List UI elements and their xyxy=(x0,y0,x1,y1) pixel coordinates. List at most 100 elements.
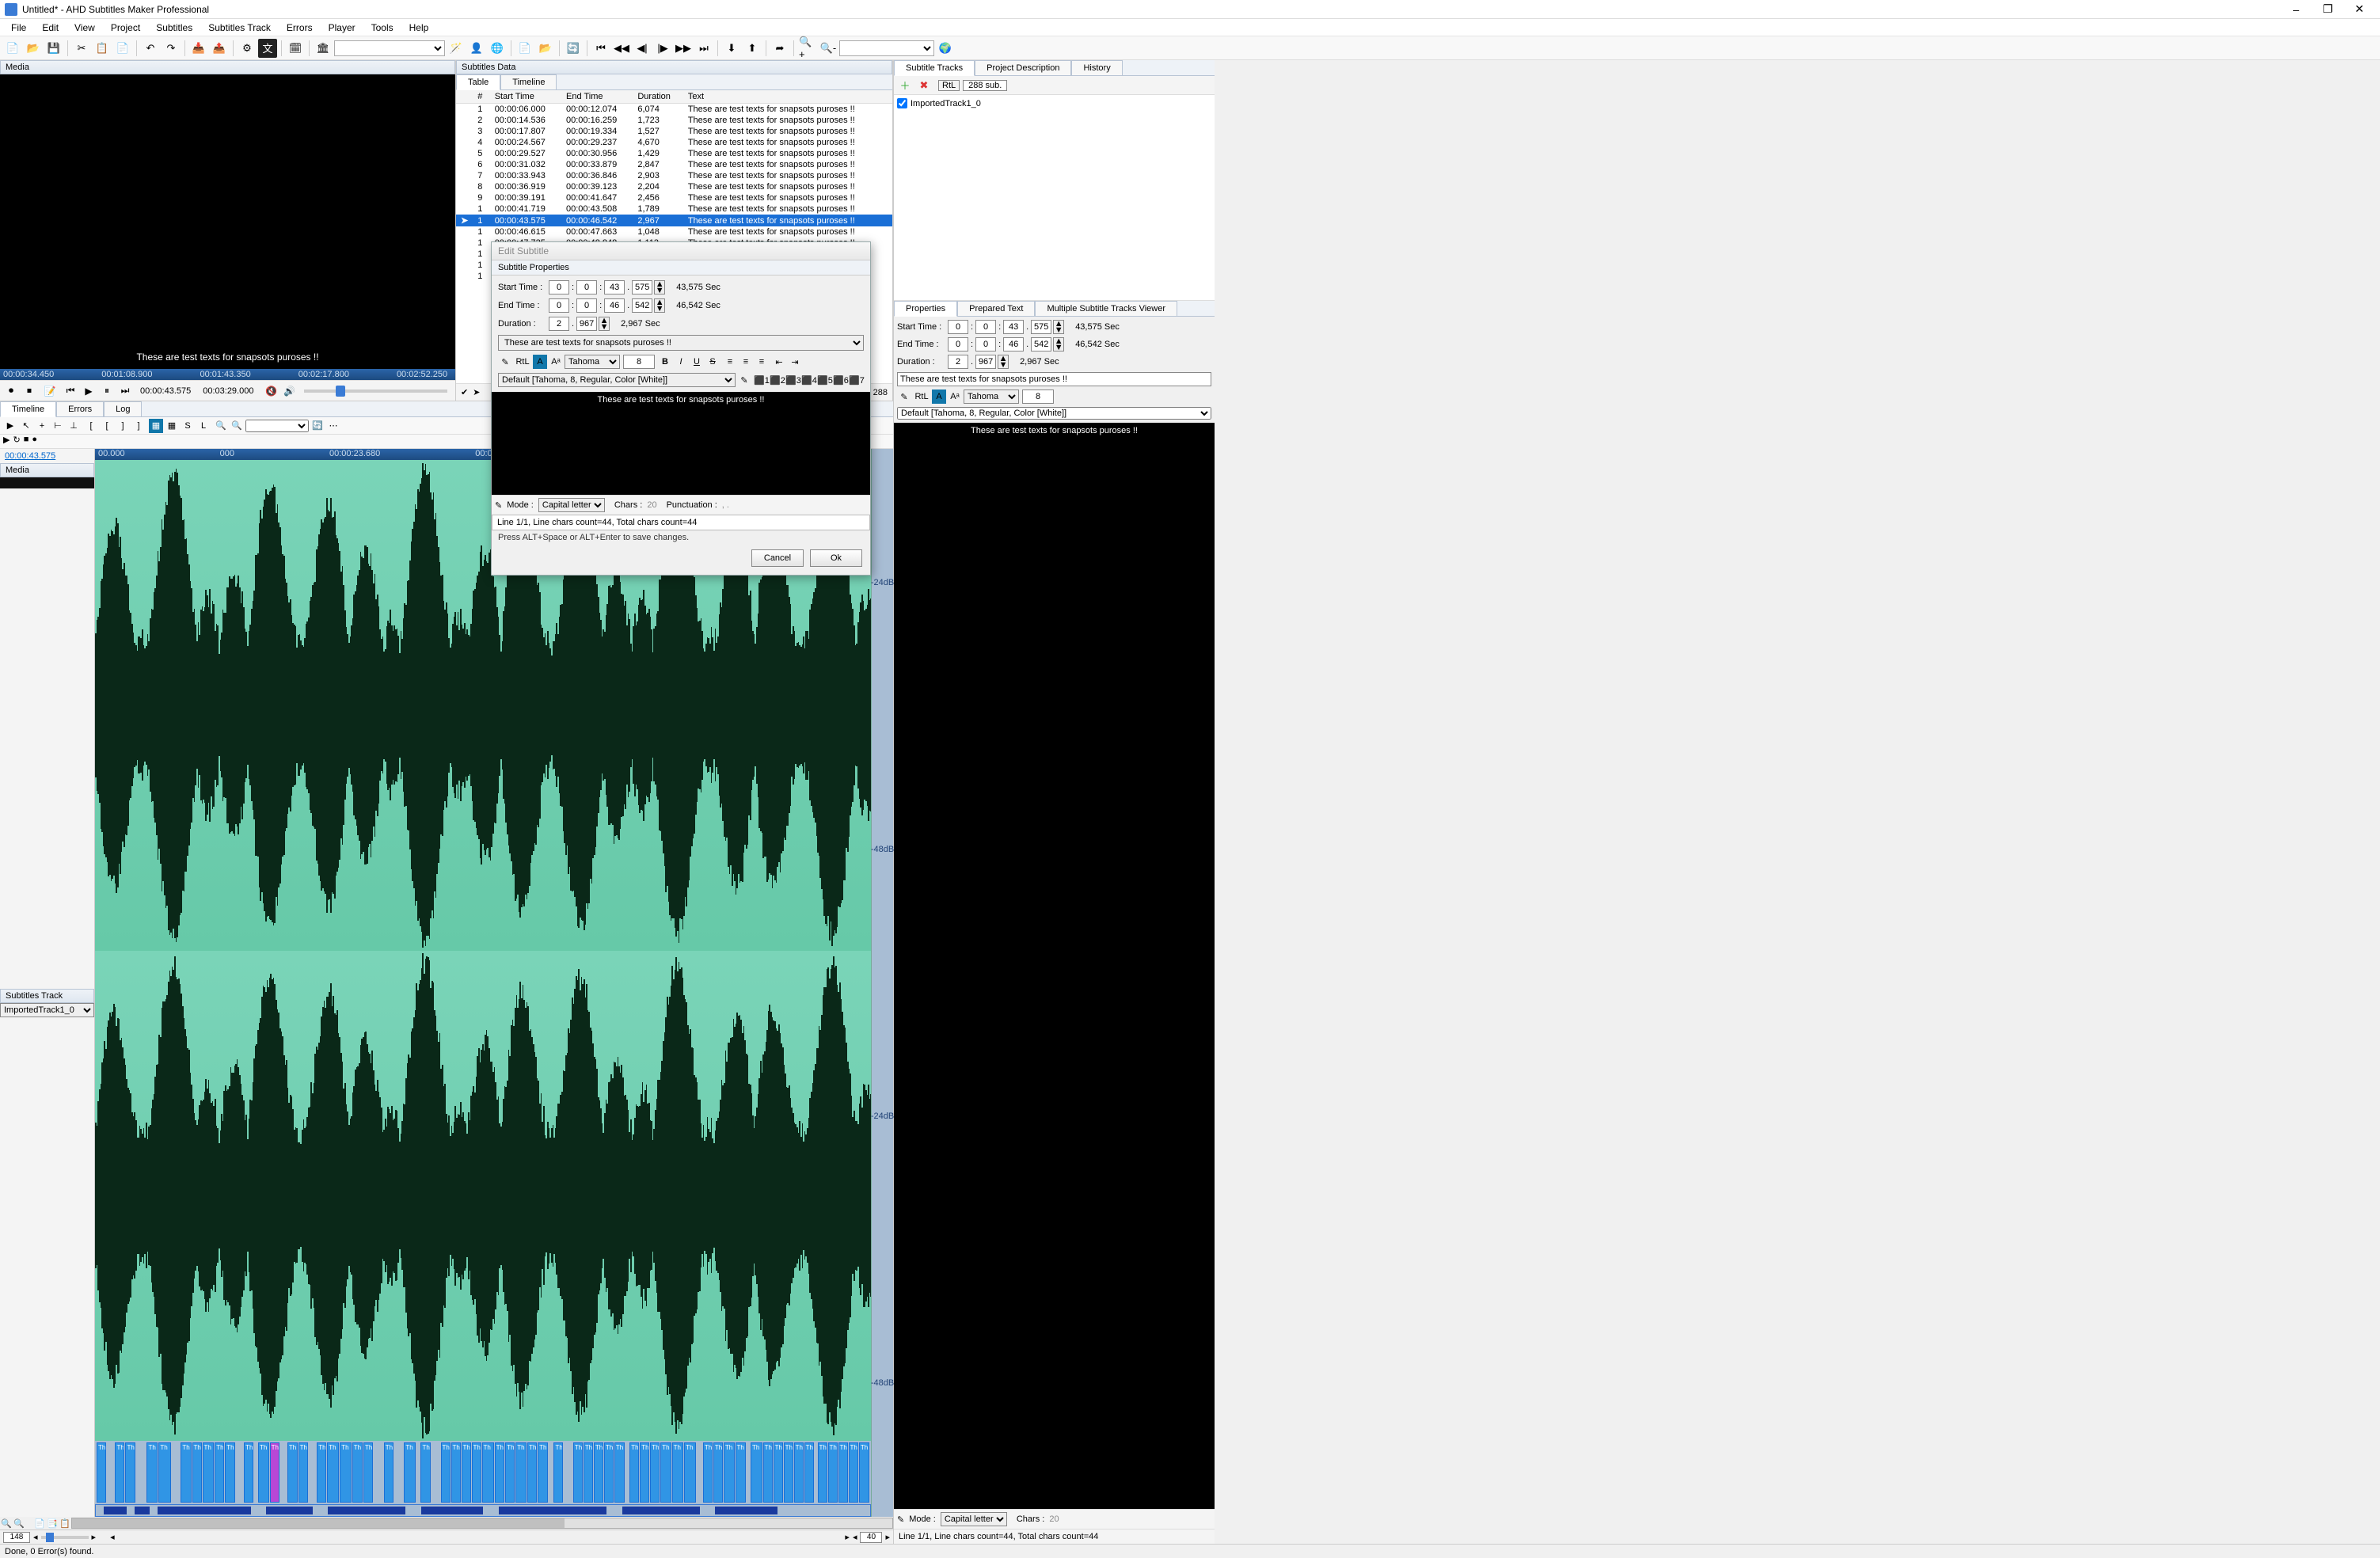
pause-button[interactable]: ⏸ xyxy=(99,383,115,399)
skip-last-button[interactable]: ⏭ xyxy=(694,39,713,58)
del-track-button[interactable]: ✖ xyxy=(916,78,932,93)
dlg-start-h[interactable] xyxy=(549,280,569,294)
tl-doc1[interactable]: 📄 xyxy=(33,1518,46,1529)
subtitle-block[interactable]: Th xyxy=(270,1442,279,1503)
menu-help[interactable]: Help xyxy=(401,20,437,36)
menu-errors[interactable]: Errors xyxy=(279,20,321,36)
subtitle-block[interactable]: Th xyxy=(472,1442,481,1503)
subtitle-block[interactable]: Th xyxy=(604,1442,614,1503)
tl-bracket-l[interactable]: [ xyxy=(84,419,98,433)
col-zoom-input[interactable] xyxy=(860,1532,882,1543)
tl-zoom-in[interactable]: 🔍 xyxy=(214,419,228,433)
subtitle-block[interactable]: Th xyxy=(298,1442,308,1503)
subtitle-block[interactable]: Th xyxy=(684,1442,696,1503)
check-button[interactable]: ✔ xyxy=(461,387,468,397)
subtitle-block[interactable]: Th xyxy=(703,1442,713,1503)
table-row[interactable]: 500:00:29.52700:00:30.9561,429These are … xyxy=(456,148,892,159)
table-row[interactable]: 100:00:41.71900:00:43.5081,789These are … xyxy=(456,203,892,215)
wand-button[interactable]: 🪄 xyxy=(447,39,466,58)
dlg-text-combo[interactable]: These are test texts for snapsots purose… xyxy=(498,335,864,351)
close-button[interactable]: ✕ xyxy=(2344,1,2375,18)
tl-bracket-rb[interactable]: ] xyxy=(116,419,130,433)
track-checkbox[interactable] xyxy=(897,98,907,108)
dlg-dur-ms[interactable] xyxy=(576,317,597,331)
skip-back-button[interactable]: ⏮ xyxy=(63,383,78,399)
table-row[interactable]: ➤100:00:43.57500:00:46.5422,967These are… xyxy=(456,215,892,226)
font-size-input[interactable] xyxy=(1022,390,1054,404)
waveform-lower[interactable] xyxy=(95,951,871,1442)
save-button[interactable]: 💾 xyxy=(44,39,63,58)
col-start[interactable]: Start Time xyxy=(490,90,561,104)
tab-history[interactable]: History xyxy=(1071,60,1122,75)
import-button[interactable]: 📥 xyxy=(189,39,208,58)
timeline-track-select[interactable]: ImportedTrack1_0 xyxy=(0,1003,94,1017)
subtitle-block[interactable]: Th xyxy=(828,1442,838,1503)
col-zoom-inc[interactable]: ▸ xyxy=(885,1532,890,1542)
col-end[interactable]: End Time xyxy=(561,90,633,104)
dlg-font[interactable]: Tahoma xyxy=(565,355,620,369)
subtitle-block[interactable]: Th xyxy=(515,1442,527,1503)
minimize-button[interactable]: – xyxy=(2280,1,2312,18)
start-h[interactable] xyxy=(948,320,968,334)
subtitle-block[interactable]: Th xyxy=(505,1442,515,1503)
subtitle-block[interactable]: Th xyxy=(527,1442,537,1503)
tab-tracks[interactable]: Subtitle Tracks xyxy=(894,60,975,76)
dlg-align-l[interactable]: ≡ xyxy=(723,355,737,369)
start-m[interactable] xyxy=(975,320,996,334)
zoom-combo[interactable] xyxy=(839,40,934,56)
subtitle-block[interactable]: Th xyxy=(404,1442,416,1503)
seek-slider[interactable] xyxy=(304,390,447,393)
dlg-p5[interactable]: ⬛5 xyxy=(818,373,832,387)
menu-project[interactable]: Project xyxy=(103,20,148,36)
refresh-button[interactable]: 🔄 xyxy=(564,39,583,58)
subtitle-block[interactable]: Th xyxy=(736,1442,747,1503)
dlg-underline[interactable]: U xyxy=(690,355,704,369)
doc-add-button[interactable]: 📄 xyxy=(515,39,534,58)
dlg-font-pick[interactable]: Aᵃ xyxy=(549,355,563,369)
tl-bracket-r[interactable]: ] xyxy=(131,419,146,433)
dlg-dur-spin[interactable]: ▲▼ xyxy=(599,317,610,331)
col-text[interactable]: Text xyxy=(683,90,892,104)
zoom-out-button[interactable]: 🔍- xyxy=(819,39,838,58)
subtitle-block[interactable]: Th xyxy=(482,1442,494,1503)
share-button[interactable]: ➦ xyxy=(770,39,789,58)
subtitle-block[interactable]: Th xyxy=(818,1442,827,1503)
redo-button[interactable]: ↷ xyxy=(162,39,181,58)
tl-pointer[interactable]: ↖ xyxy=(19,419,33,433)
tab-timeline2[interactable]: Timeline xyxy=(0,401,56,417)
mute-button[interactable]: 🔇 xyxy=(263,383,279,399)
dlg-indent-r[interactable]: ⇥ xyxy=(788,355,802,369)
menu-player[interactable]: Player xyxy=(321,20,363,36)
mark-in-button[interactable]: ⬇ xyxy=(722,39,741,58)
subtitle-block[interactable]: Th xyxy=(774,1442,783,1503)
media-ruler[interactable]: 00:00:34.45000:01:08.90000:01:43.35000:0… xyxy=(0,369,455,380)
start-spin[interactable]: ▲▼ xyxy=(1053,320,1064,334)
tl-doc3[interactable]: 📋 xyxy=(59,1518,71,1529)
tab-project-desc[interactable]: Project Description xyxy=(975,60,1071,75)
table-row[interactable]: 100:00:46.61500:00:47.6631,048These are … xyxy=(456,226,892,238)
subtitle-block[interactable]: Th xyxy=(317,1442,326,1503)
video-view[interactable]: These are test texts for snapsots purose… xyxy=(0,74,455,369)
subtitle-block[interactable]: Th xyxy=(724,1442,735,1503)
subtitle-block[interactable]: Th xyxy=(629,1442,639,1503)
tab-multi[interactable]: Multiple Subtitle Tracks Viewer xyxy=(1035,301,1177,316)
subtitle-block[interactable]: Th xyxy=(751,1442,762,1503)
subtitle-block[interactable]: Th xyxy=(584,1442,593,1503)
dlg-style[interactable]: Default [Tahoma, 8, Regular, Color [Whit… xyxy=(498,373,736,387)
table-row[interactable]: 900:00:39.19100:00:41.6472,456These are … xyxy=(456,192,892,203)
dlg-p3[interactable]: ⬛3 xyxy=(786,373,800,387)
tl-refresh[interactable]: 🔄 xyxy=(310,419,325,433)
row-zoom-dec[interactable]: ◂ xyxy=(33,1532,38,1542)
subtitle-block[interactable]: Th xyxy=(462,1442,471,1503)
prev2-button[interactable]: ◀| xyxy=(633,39,652,58)
dlg-bold[interactable]: B xyxy=(658,355,672,369)
tl-view2[interactable]: ▦ xyxy=(165,419,179,433)
subtitle-block[interactable]: Th xyxy=(327,1442,339,1503)
ok-button[interactable]: Ok xyxy=(810,549,862,567)
subtitle-block[interactable]: Th xyxy=(244,1442,253,1503)
dlg-size[interactable] xyxy=(623,355,655,369)
tl-mini-stop[interactable]: ■ xyxy=(24,435,29,448)
tl-zoom-out[interactable]: 🔍 xyxy=(230,419,244,433)
marker-button[interactable]: 📝 xyxy=(42,383,58,399)
subtitle-block[interactable]: Th xyxy=(287,1442,298,1503)
